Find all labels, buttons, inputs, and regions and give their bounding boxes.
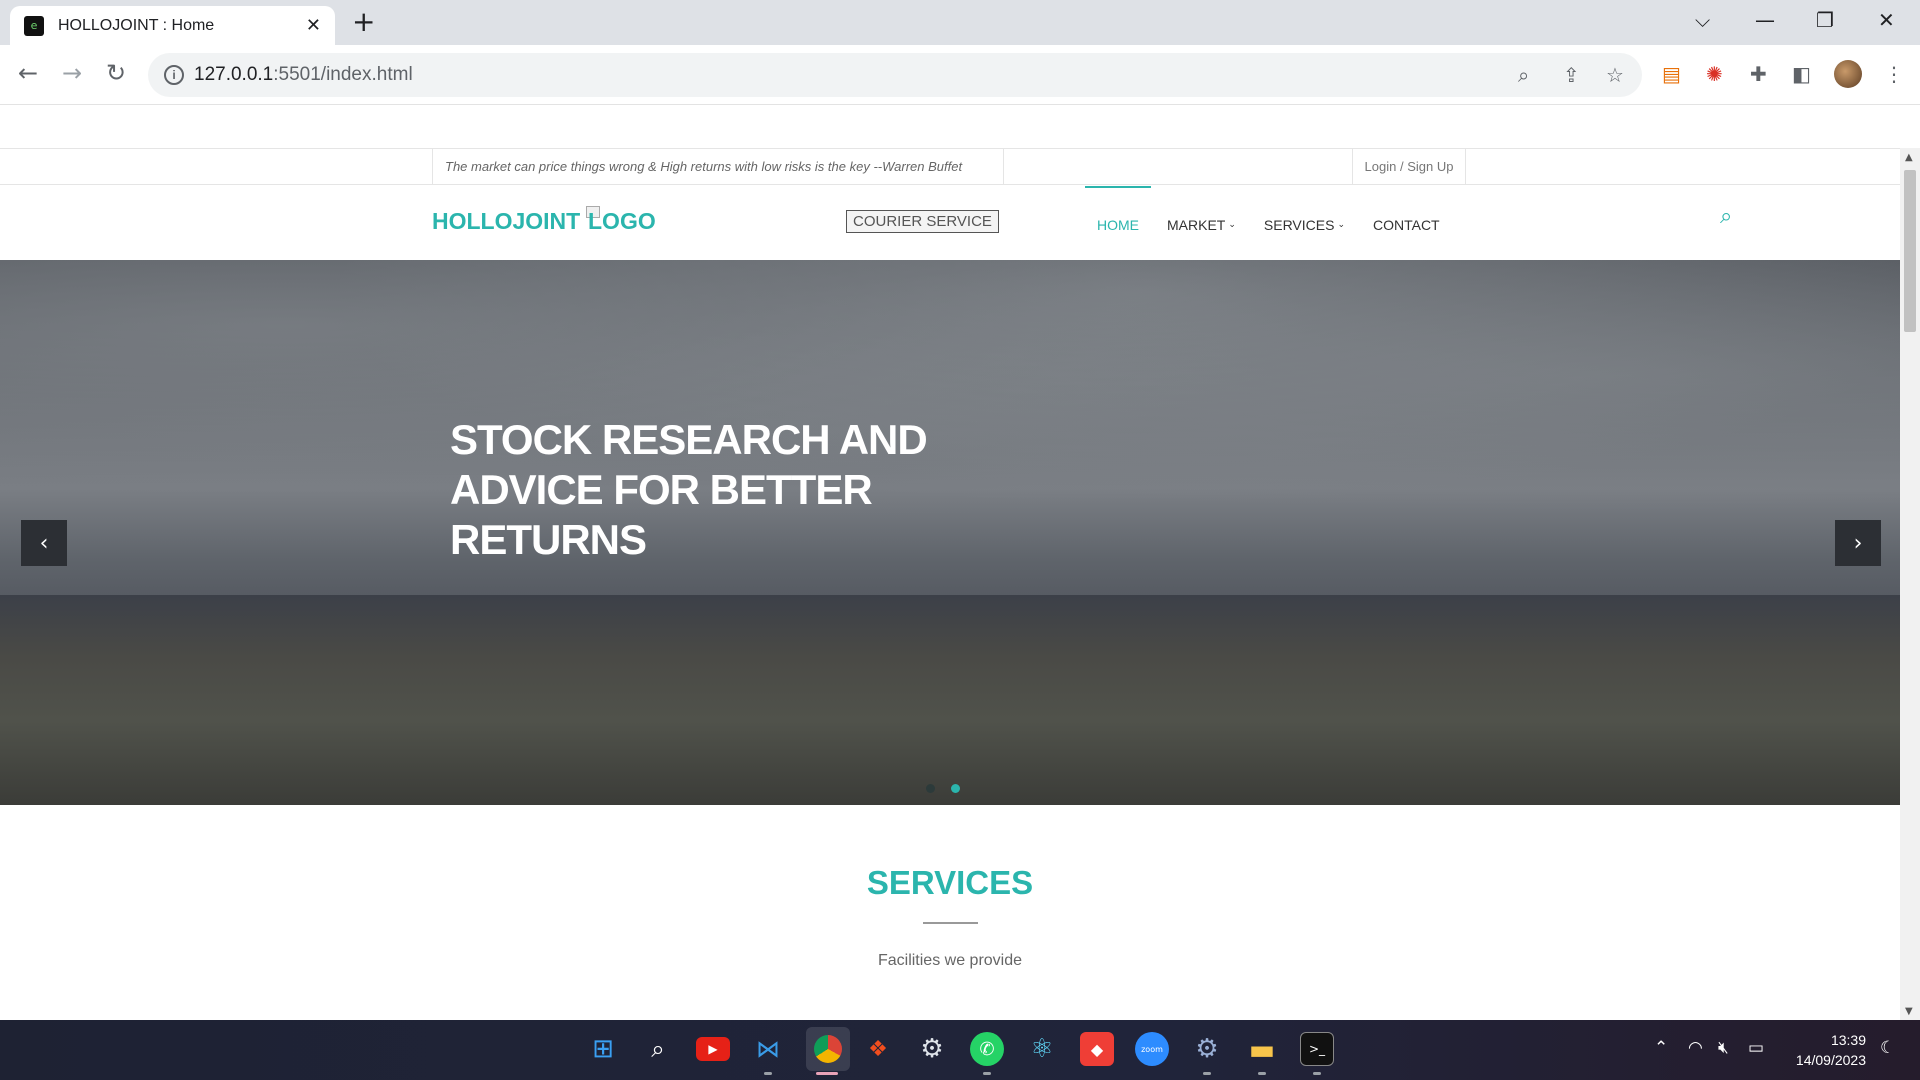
courier-service-button[interactable]: COURIER SERVICE bbox=[846, 210, 999, 233]
logo-image-alt[interactable]: LOGO bbox=[588, 208, 656, 235]
volume-muted-icon[interactable]: 🔇︎ bbox=[1718, 1038, 1729, 1058]
chrome-logo bbox=[814, 1035, 842, 1063]
url-path: :5501/index.html bbox=[273, 64, 413, 85]
page-scrollbar[interactable]: ▲ ▼ bbox=[1900, 148, 1920, 1020]
chevron-right-icon: › bbox=[1853, 530, 1863, 556]
vscode-icon[interactable]: ⋈ bbox=[751, 1032, 785, 1066]
top-info-bar: The market can price things wrong & High… bbox=[0, 148, 1900, 185]
services-subtitle: Facilities we provide bbox=[877, 952, 1023, 969]
zoom-icon[interactable]: ⌕ bbox=[1518, 63, 1529, 87]
browser-toolbar: ← → ↻ i 127.0.0.1:5501/index.html ⌕ ⇪ ☆ bbox=[0, 45, 1920, 105]
side-panel-icon[interactable]: ◧ bbox=[1792, 62, 1811, 86]
chrome-active-indicator bbox=[816, 1072, 838, 1075]
close-tab-icon[interactable]: ✕ bbox=[306, 15, 321, 36]
tab-title: HOLLOJOINT : Home bbox=[58, 16, 215, 34]
windows-start-icon[interactable]: ⊞ bbox=[586, 1032, 620, 1066]
reload-icon[interactable]: ↻ bbox=[106, 59, 126, 87]
whatsapp-running-indicator bbox=[983, 1072, 991, 1075]
carousel-dot-1[interactable] bbox=[926, 784, 935, 793]
services-heading: SERVICES bbox=[866, 864, 1034, 901]
terminal-running-indicator bbox=[1313, 1072, 1321, 1075]
header-quote: The market can price things wrong & High… bbox=[432, 149, 1004, 184]
chrome-settings-icon[interactable]: ⚙ bbox=[1190, 1032, 1224, 1066]
notifications-moon-icon[interactable]: ☾ bbox=[1880, 1038, 1895, 1058]
clock-time: 13:39 bbox=[1830, 1032, 1866, 1048]
site-info-icon[interactable]: i bbox=[164, 65, 184, 85]
carousel-indicators bbox=[926, 784, 960, 793]
back-icon[interactable]: ← bbox=[18, 59, 38, 87]
battery-icon[interactable]: ▭ bbox=[1748, 1038, 1764, 1058]
page-viewport: The market can price things wrong & High… bbox=[0, 106, 1900, 1020]
zoom-icon[interactable]: zoom bbox=[1135, 1032, 1169, 1066]
share-icon[interactable]: ⇪ bbox=[1563, 63, 1580, 87]
brand-name[interactable]: HOLLOJOINT bbox=[432, 208, 580, 235]
extension-calendar-icon[interactable]: ▤ bbox=[1662, 62, 1681, 86]
browser-tab[interactable]: e HOLLOJOINT : Home ✕ bbox=[10, 6, 335, 45]
nav-item-services[interactable]: SERVICES ⌄ bbox=[1252, 186, 1357, 261]
carousel-prev-button[interactable]: ‹ bbox=[21, 520, 67, 566]
hero-title: STOCK RESEARCH AND ADVICE FOR BETTER RET… bbox=[450, 416, 928, 563]
file-explorer-icon[interactable]: ▬ bbox=[1245, 1032, 1279, 1066]
search-icon[interactable]: ⌕ bbox=[1720, 204, 1732, 229]
scroll-up-icon[interactable]: ▲ bbox=[1905, 152, 1913, 163]
login-signup-link[interactable]: Login / Sign Up bbox=[1352, 149, 1466, 184]
url-text[interactable]: 127.0.0.1:5501/index.html bbox=[194, 64, 413, 86]
terminal-icon[interactable]: >_ bbox=[1300, 1032, 1334, 1066]
nav-item-home[interactable]: HOME bbox=[1085, 186, 1151, 261]
nav-item-contact[interactable]: CONTACT bbox=[1361, 186, 1452, 261]
site-favicon-icon: e bbox=[24, 15, 44, 36]
profile-avatar[interactable] bbox=[1834, 60, 1862, 88]
forward-icon[interactable]: → bbox=[62, 59, 82, 87]
scroll-down-icon[interactable]: ▼ bbox=[1905, 1006, 1913, 1017]
hero-city-image bbox=[0, 595, 1900, 805]
bookmark-star-icon[interactable]: ☆ bbox=[1606, 63, 1624, 87]
tray-chevron-up-icon[interactable]: ⌃ bbox=[1654, 1038, 1668, 1058]
taskbar-clock[interactable]: 13:39 14/09/2023 bbox=[1786, 1030, 1866, 1070]
nav-item-market[interactable]: MARKET ⌄ bbox=[1155, 186, 1248, 261]
search-icon[interactable]: ⌕ bbox=[641, 1032, 675, 1066]
git-icon[interactable]: ◆ bbox=[1080, 1032, 1114, 1066]
chevron-down-icon: ⌄ bbox=[1228, 219, 1236, 230]
nav-label: SERVICES bbox=[1263, 216, 1335, 233]
url-host: 127.0.0.1 bbox=[194, 64, 274, 85]
youtube-icon[interactable]: ▶ bbox=[696, 1037, 730, 1061]
new-tab-icon[interactable]: + bbox=[352, 8, 375, 36]
hero-carousel: STOCK RESEARCH AND ADVICE FOR BETTER RET… bbox=[0, 260, 1900, 805]
chevron-left-icon: ‹ bbox=[39, 530, 49, 556]
chrome-icon[interactable] bbox=[806, 1027, 850, 1071]
carousel-next-button[interactable]: › bbox=[1835, 520, 1881, 566]
extension-color-wheel-icon[interactable]: ✺ bbox=[1706, 62, 1723, 86]
extensions-puzzle-icon[interactable]: ✚ bbox=[1750, 62, 1767, 86]
restore-icon[interactable]: ❐ bbox=[1816, 8, 1834, 32]
browser-tab-strip: e HOLLOJOINT : Home ✕ + ⌵ — ❐ ✕ bbox=[0, 0, 1920, 45]
settings-gear-icon[interactable]: ⚙ bbox=[915, 1032, 949, 1066]
windows-taskbar: ⊞ ⌕ ▶ ⋈ ❖ ⚙ ✆ ⚛ ◆ zoom ⚙ ▬ >_ ⌃ ◠ 🔇︎ ▭ 1… bbox=[0, 1020, 1920, 1080]
nav-label: MARKET bbox=[1167, 216, 1226, 233]
whatsapp-icon[interactable]: ✆ bbox=[970, 1032, 1004, 1066]
tab-search-icon[interactable]: ⌵ bbox=[1695, 8, 1710, 32]
main-nav: HOME MARKET ⌄ SERVICES ⌄ CONTACT bbox=[1085, 186, 1456, 261]
nav-label: CONTACT bbox=[1372, 216, 1440, 233]
clock-date: 14/09/2023 bbox=[1795, 1052, 1866, 1068]
carousel-dot-2[interactable] bbox=[951, 784, 960, 793]
wifi-icon[interactable]: ◠ bbox=[1688, 1038, 1703, 1058]
address-bar[interactable]: i 127.0.0.1:5501/index.html ⌕ ⇪ ☆ bbox=[148, 53, 1642, 97]
scrollbar-thumb[interactable] bbox=[1904, 170, 1916, 332]
chevron-down-icon: ⌄ bbox=[1337, 219, 1345, 230]
figma-icon[interactable]: ❖ bbox=[861, 1032, 895, 1066]
services-divider bbox=[923, 922, 978, 924]
react-icon[interactable]: ⚛ bbox=[1025, 1032, 1059, 1066]
vscode-running-indicator bbox=[764, 1072, 772, 1075]
minimize-icon[interactable]: — bbox=[1755, 8, 1775, 32]
browser-menu-icon[interactable]: ⋮ bbox=[1884, 62, 1904, 86]
nav-label: HOME bbox=[1097, 216, 1139, 233]
close-window-icon[interactable]: ✕ bbox=[1878, 8, 1895, 32]
explorer-running-indicator bbox=[1258, 1072, 1266, 1075]
settings-running-indicator bbox=[1203, 1072, 1211, 1075]
site-header: HOLLOJOINT LOGO COURIER SERVICE HOME MAR… bbox=[0, 186, 1900, 261]
